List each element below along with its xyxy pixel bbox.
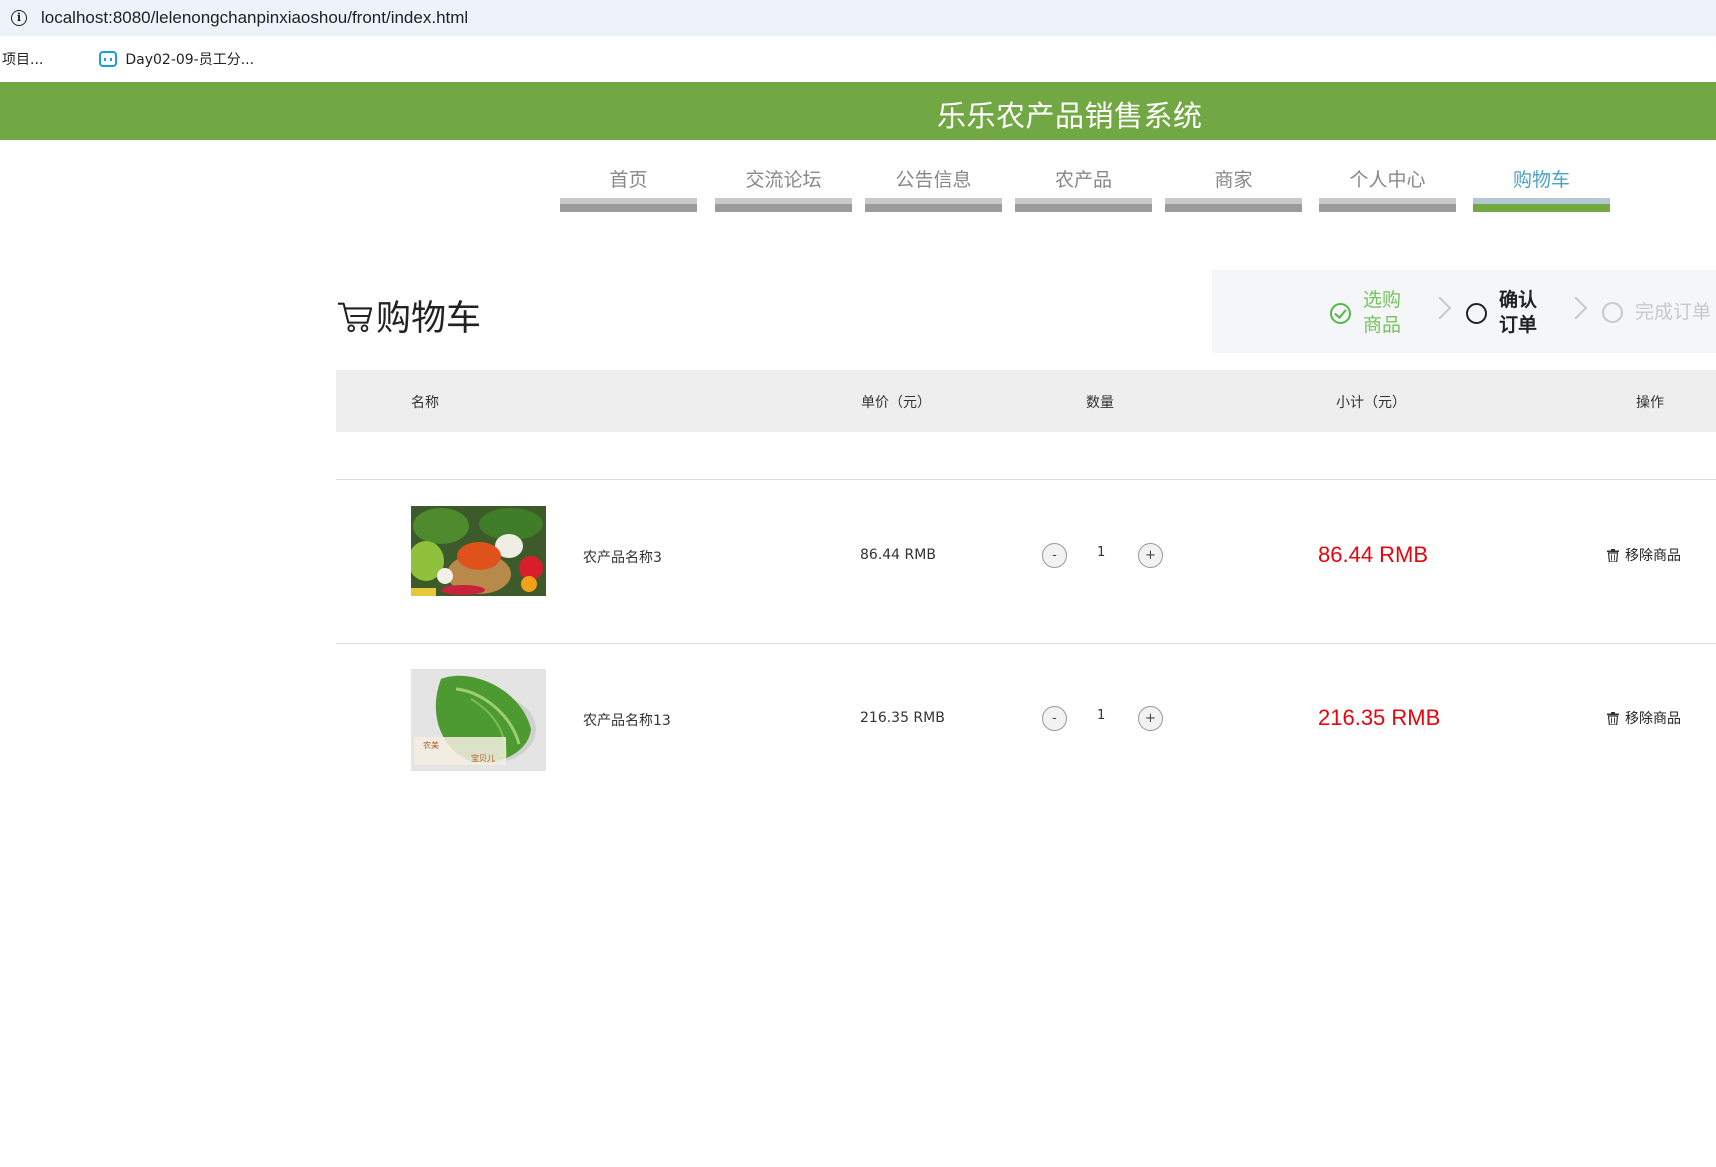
bilibili-icon [99,51,118,67]
nav-item-label: 个人中心 [1349,169,1426,191]
nav-item-profile[interactable]: 个人中心 [1319,162,1456,212]
increase-qty-button[interactable]: + [1138,543,1163,568]
product-name[interactable]: 农产品名称13 [583,710,671,730]
browser-address-bar[interactable]: i localhost:8080/lelenongchanpinxiaoshou… [0,0,1716,36]
nav-item-underline [715,198,852,212]
step-label: 订单 [1499,314,1538,336]
nav-item-label: 农产品 [1054,169,1112,191]
nav-item-forum[interactable]: 交流论坛 [715,162,852,212]
nav-item-label: 交流论坛 [745,169,822,191]
cart-heading: 购物车 [336,290,481,341]
item-subtotal: 216.35 RMB [1318,705,1441,730]
nav-item-underline [1165,198,1302,212]
unit-price: 216.35 RMB [860,710,945,726]
circle-icon [1602,302,1623,323]
shopping-cart-icon [337,302,373,332]
cabbage-image: 农美 宝贝儿 [411,669,546,771]
bookmark-label: Day02-09-员工分... [125,52,255,68]
checkout-steps: 选购 商品 确认 订单 完成订单 [1212,270,1716,353]
nav-item-underline [1473,198,1610,212]
nav-item-label: 购物车 [1512,169,1570,191]
column-header-action: 操作 [1636,395,1664,411]
nav-item-products[interactable]: 农产品 [1015,162,1152,212]
nav-item-merchants[interactable]: 商家 [1165,162,1302,212]
nav-item-underline [1319,198,1456,212]
column-header-unit-price: 单价（元） [861,395,931,411]
increase-qty-button[interactable]: + [1138,706,1163,731]
nav-item-label: 商家 [1214,169,1253,191]
step-select-goods: 选购 商品 [1330,288,1401,338]
nav-item-label: 首页 [609,169,648,191]
main-nav: 首页 交流论坛 公告信息 农产品 商家 个人中心 购物车 [0,140,1716,220]
trash-icon [1607,711,1619,725]
quantity-value[interactable]: 1 [1097,545,1105,560]
quantity-value[interactable]: 1 [1097,708,1105,723]
vegetable-basket-image [411,506,546,596]
step-label: 确认 [1499,289,1538,311]
chevron-right-icon [1428,296,1452,320]
product-thumbnail[interactable]: 农美 宝贝儿 [411,669,546,771]
cart-row: 农美 宝贝儿 农产品名称13 216.35 RMB - 1 + 216.35 R… [336,644,1716,794]
remove-item-button[interactable]: 移除商品 [1607,545,1681,565]
cart-title: 购物车 [376,299,482,339]
svg-text:农美: 农美 [423,740,439,750]
step-confirm-order: 确认 订单 [1466,288,1537,338]
url-text[interactable]: localhost:8080/lelenongchanpinxiaoshou/f… [41,8,468,28]
remove-item-button[interactable]: 移除商品 [1607,708,1681,728]
trash-icon [1607,548,1619,562]
bookmark-item[interactable]: Day02-09-员工分... [99,49,254,69]
remove-item-label: 移除商品 [1625,711,1681,727]
nav-item-cart[interactable]: 购物车 [1473,162,1610,212]
step-label: 商品 [1363,314,1402,336]
step-complete-order: 完成订单 [1602,300,1711,325]
nav-item-underline [1015,198,1152,212]
product-name[interactable]: 农产品名称3 [583,547,662,567]
decrease-qty-button[interactable]: - [1042,543,1067,568]
cart-table-header: 名称 单价（元） 数量 小计（元） 操作 [336,370,1716,432]
nav-item-notices[interactable]: 公告信息 [865,162,1002,212]
site-title: 乐乐农产品销售系统 [937,99,1203,133]
bookmarks-bar: 项目... Day02-09-员工分... [0,36,1716,82]
nav-item-underline [560,198,697,212]
chevron-right-icon [1564,296,1588,320]
remove-item-label: 移除商品 [1625,548,1681,564]
unit-price: 86.44 RMB [860,547,936,563]
product-thumbnail[interactable] [411,506,546,596]
step-label: 选购 [1363,289,1402,311]
site-info-icon[interactable]: i [11,10,27,26]
column-header-quantity: 数量 [1086,395,1114,411]
column-header-subtotal: 小计（元） [1336,395,1406,411]
column-header-name: 名称 [411,395,439,411]
site-header: 乐乐农产品销售系统 [0,82,1716,140]
nav-item-label: 公告信息 [895,169,972,191]
nav-item-underline [865,198,1002,212]
cart-row: 农产品名称3 86.44 RMB - 1 + 86.44 RMB 移除商品 [336,480,1716,643]
nav-item-home[interactable]: 首页 [560,162,697,212]
bookmark-item[interactable]: 项目... [2,49,43,69]
svg-text:宝贝儿: 宝贝儿 [471,753,495,763]
check-circle-icon [1330,302,1351,324]
decrease-qty-button[interactable]: - [1042,706,1067,731]
circle-icon [1466,302,1487,324]
bookmark-label: 项目... [2,52,44,68]
item-subtotal: 86.44 RMB [1318,542,1429,567]
step-label: 完成订单 [1635,301,1712,323]
